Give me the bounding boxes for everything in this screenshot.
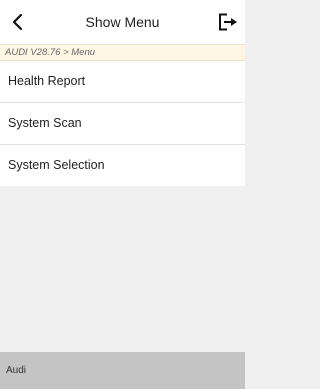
app-screen: Show Menu AUDI V28.76 > Menu Health Repo… [0,0,245,389]
breadcrumb-bar: AUDI V28.76 > Menu [0,44,245,61]
menu-item-health-report[interactable]: Health Report [0,61,245,103]
breadcrumb: AUDI V28.76 > Menu [5,47,96,58]
back-button[interactable] [6,10,30,34]
menu-item-system-selection[interactable]: System Selection [0,145,245,186]
exit-icon [219,13,237,31]
footer-label: Audi [6,365,27,376]
menu-item-system-scan[interactable]: System Scan [0,103,245,145]
chevron-left-icon [12,13,23,31]
menu-list: Health Report System Scan System Selecti… [0,61,245,186]
page-title: Show Menu [85,14,160,30]
footer-bar: Audi [0,352,245,389]
exit-button[interactable] [215,10,241,34]
top-bar: Show Menu [0,0,245,44]
